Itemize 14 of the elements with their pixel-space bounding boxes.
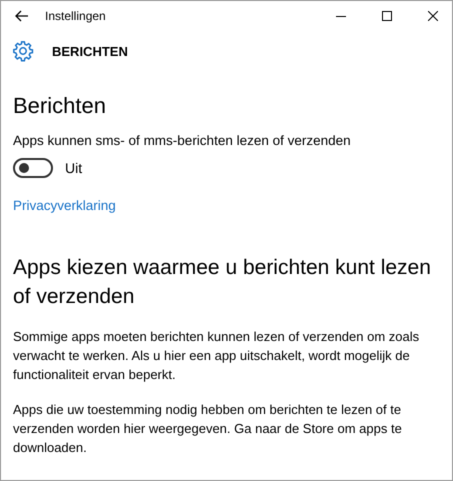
toggle-switch[interactable] <box>13 158 53 178</box>
toggle-state: Uit <box>65 160 82 176</box>
settings-icon <box>12 40 34 62</box>
setting-label: Apps kunnen sms- of mms-berichten lezen of verzenden <box>13 133 352 148</box>
back-icon[interactable] <box>15 10 29 22</box>
description-text: Sommige apps moeten berichten kunnen lezen of verzenden om zoals verwacht te werken. Als u hier een app uitschakelt, wordt mogelijk de functionaliteit ervan beperkt. <box>13 328 420 384</box>
privacy-link[interactable]: Privacyverklaring <box>13 198 116 213</box>
page-title: BERICHTEN <box>52 44 128 58</box>
window-title: Instellingen <box>45 9 106 23</box>
section-title: Apps kiezen waarmee u berichten kunt lezen of verzenden <box>13 255 432 310</box>
section-title: Berichten <box>13 93 107 119</box>
close-icon[interactable] <box>428 11 438 21</box>
maximize-icon[interactable] <box>382 11 392 21</box>
description-text: Apps die uw toestemming nodig hebben om berichten te lezen of te verzenden worden hier weergegeven. Ga naar de Store om apps te downloaden. <box>13 401 403 457</box>
